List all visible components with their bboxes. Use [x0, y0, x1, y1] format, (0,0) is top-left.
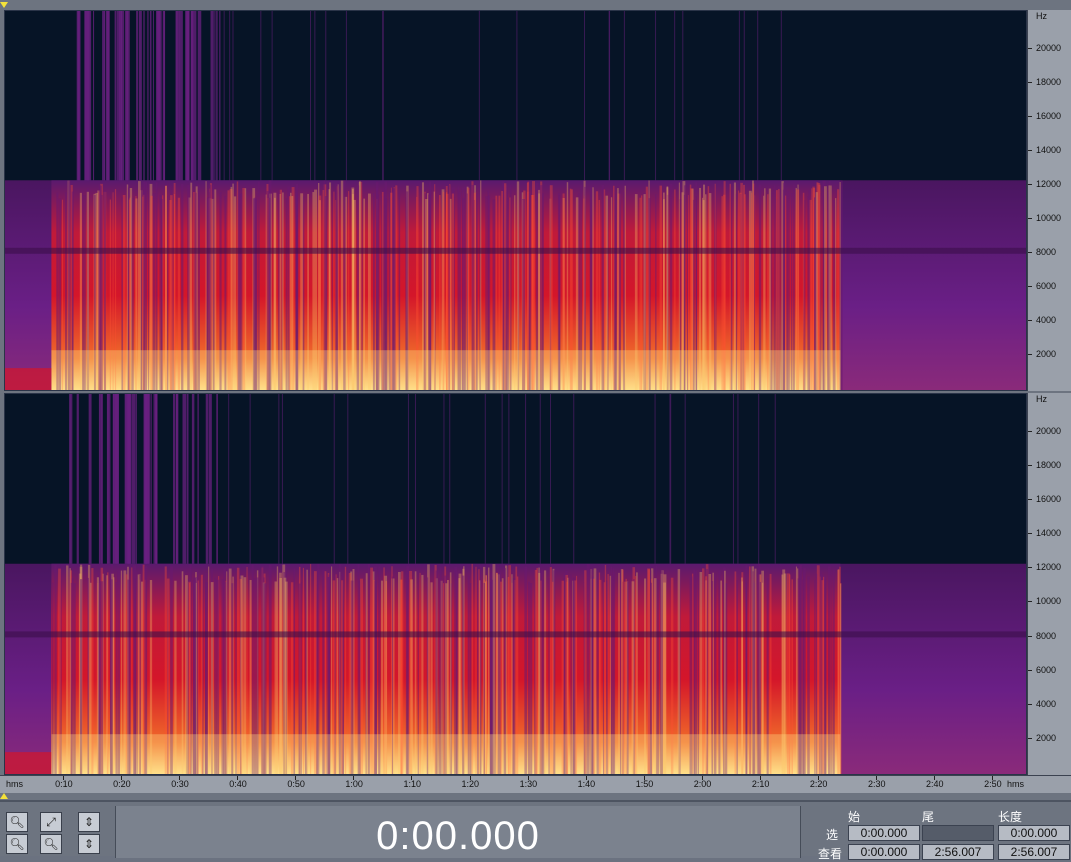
- frequency-tick-label: 6000: [1036, 664, 1057, 675]
- frequency-tick-label: 20000: [1036, 425, 1062, 436]
- selection-length-field[interactable]: 0:00.000: [998, 825, 1070, 841]
- time-ruler-unit-right: hms: [1007, 779, 1025, 789]
- frequency-tick-label: 10000: [1036, 212, 1062, 223]
- frequency-tick-mark: [1028, 499, 1032, 501]
- frequency-tick-label: 10000: [1036, 596, 1062, 607]
- selection-end-field[interactable]: [922, 825, 994, 841]
- status-bar: 🔍︎ ⤢ ⇕ 🔍︎ 🔍︎ ⇕ 0:00.000 始 尾 长度 选 0:00.00…: [0, 800, 1071, 861]
- zoom-out-vertical-icon: ⇕: [83, 837, 95, 851]
- frequency-tick-mark: [1028, 47, 1032, 49]
- time-tick-label: 1:10: [403, 779, 421, 789]
- time-ruler-unit-left: hms: [6, 779, 24, 789]
- frequency-tick-label: 2000: [1036, 348, 1057, 359]
- frequency-tick-label: 14000: [1036, 144, 1062, 155]
- frequency-tick-label: 16000: [1036, 110, 1062, 121]
- frequency-tick-mark: [1028, 217, 1032, 219]
- view-row-label: 查看: [818, 847, 843, 861]
- zoom-out-button[interactable]: 🔍︎: [6, 812, 28, 832]
- time-tick-label: 0:40: [229, 779, 247, 789]
- frequency-tick-mark: [1028, 149, 1032, 151]
- selection-view-panel: 始 尾 长度 选 0:00.000 0:00.000 查看 0:00.000 2…: [812, 804, 1071, 861]
- zoom-selection-button[interactable]: 🔍︎: [40, 834, 62, 854]
- zoom-out-icon: 🔍︎: [9, 815, 25, 829]
- frequency-tick-label: 18000: [1036, 460, 1062, 471]
- spectrogram-channel-right[interactable]: [4, 393, 1027, 775]
- zoom-selection-icon: 🔍︎: [43, 837, 59, 851]
- frequency-tick-mark: [1028, 251, 1032, 253]
- time-tick-label: 1:40: [577, 779, 596, 789]
- frequency-tick-mark: [1028, 81, 1032, 83]
- time-tick-label: 2:20: [809, 779, 828, 789]
- time-tick-label: 2:00: [693, 779, 712, 789]
- zoom-out-vertical-button[interactable]: ⇕: [78, 834, 100, 854]
- view-end-field[interactable]: 2:56.007: [922, 844, 994, 860]
- frequency-tick-mark: [1028, 703, 1032, 705]
- frequency-tick-label: 2000: [1036, 732, 1057, 743]
- zoom-full-icon: ⤢: [46, 814, 56, 829]
- length-column-header: 长度: [998, 810, 1023, 824]
- end-column-header: 尾: [922, 810, 935, 824]
- frequency-tick-mark: [1028, 465, 1032, 467]
- frequency-tick-label: 8000: [1036, 246, 1057, 257]
- time-tick-label: 0:10: [55, 779, 73, 789]
- time-tick-label: 0:30: [171, 779, 189, 789]
- zoom-in-vertical-button[interactable]: ⇕: [78, 812, 100, 832]
- time-tick-label: 2:30: [867, 779, 886, 789]
- frequency-tick-mark: [1028, 635, 1032, 637]
- frequency-tick-label: 12000: [1036, 178, 1062, 189]
- frequency-tick-label: 20000: [1036, 42, 1062, 53]
- time-tick-label: 2:10: [751, 779, 770, 789]
- selection-start-field[interactable]: 0:00.000: [848, 825, 920, 841]
- current-time-display: 0:00.000: [115, 806, 801, 858]
- spectrogram-image: [5, 394, 1026, 774]
- view-start-field[interactable]: 0:00.000: [848, 844, 920, 860]
- spectrogram-image: [5, 11, 1026, 390]
- zoom-in-button[interactable]: 🔍︎: [6, 834, 28, 854]
- frequency-tick-label: 4000: [1036, 314, 1057, 325]
- frequency-tick-mark: [1028, 567, 1032, 569]
- current-time-value: 0:00.000: [376, 814, 540, 858]
- frequency-tick-mark: [1028, 115, 1032, 117]
- view-length-field[interactable]: 2:56.007: [998, 844, 1070, 860]
- frequency-tick-label: 4000: [1036, 698, 1057, 709]
- frequency-tick-mark: [1028, 285, 1032, 287]
- time-tick-label: 2:40: [926, 779, 944, 789]
- time-tick-label: 1:30: [519, 779, 538, 789]
- frequency-ruler-right: Hz 20000 18000 16000 14000 12000 10000 8000 6000…: [1027, 393, 1071, 775]
- frequency-tick-label: 18000: [1036, 76, 1062, 87]
- time-tick-label: 2:50: [984, 779, 1002, 789]
- frequency-ruler-left: Hz 20000 18000 16000 14000 12000 10000 8000 6000…: [1027, 10, 1071, 391]
- frequency-tick-label: 14000: [1036, 528, 1062, 539]
- frequency-tick-mark: [1028, 430, 1032, 432]
- time-ruler[interactable]: hms hms 0:10 0:20 0:30 0:40 0:50 1:00 1:10 1:20…: [0, 775, 1071, 793]
- frequency-tick-mark: [1028, 319, 1032, 321]
- playhead-bottom-marker-icon[interactable]: [0, 793, 8, 799]
- frequency-tick-mark: [1028, 737, 1032, 739]
- frequency-tick-mark: [1028, 533, 1032, 535]
- time-tick-label: 1:20: [461, 779, 480, 789]
- selection-row-label: 选: [826, 828, 839, 842]
- frequency-tick-mark: [1028, 669, 1032, 671]
- frequency-tick-mark: [1028, 183, 1032, 185]
- zoom-full-button[interactable]: ⤢: [40, 812, 62, 832]
- zoom-in-icon: 🔍︎: [9, 837, 25, 851]
- spectrogram-channel-left[interactable]: [4, 10, 1027, 391]
- start-column-header: 始: [848, 810, 861, 824]
- zoom-in-vertical-icon: ⇕: [83, 815, 95, 829]
- audio-editor-window: Hz 20000 18000 16000 14000 12000 10000 8000 6000…: [0, 0, 1071, 861]
- time-tick-label: 1:00: [345, 779, 363, 789]
- time-tick-label: 0:50: [287, 779, 305, 789]
- frequency-tick-label: 16000: [1036, 494, 1062, 505]
- frequency-tick-label: 12000: [1036, 562, 1062, 573]
- time-tick-label: 1:50: [635, 779, 654, 789]
- time-tick-label: 0:20: [113, 779, 131, 789]
- frequency-tick-mark: [1028, 601, 1032, 603]
- frequency-tick-label: 6000: [1036, 280, 1057, 291]
- frequency-unit-label: Hz: [1036, 11, 1047, 21]
- frequency-tick-label: 8000: [1036, 630, 1057, 641]
- frequency-tick-mark: [1028, 353, 1032, 355]
- playhead-top-marker-icon[interactable]: [0, 2, 8, 8]
- frequency-unit-label: Hz: [1036, 394, 1047, 404]
